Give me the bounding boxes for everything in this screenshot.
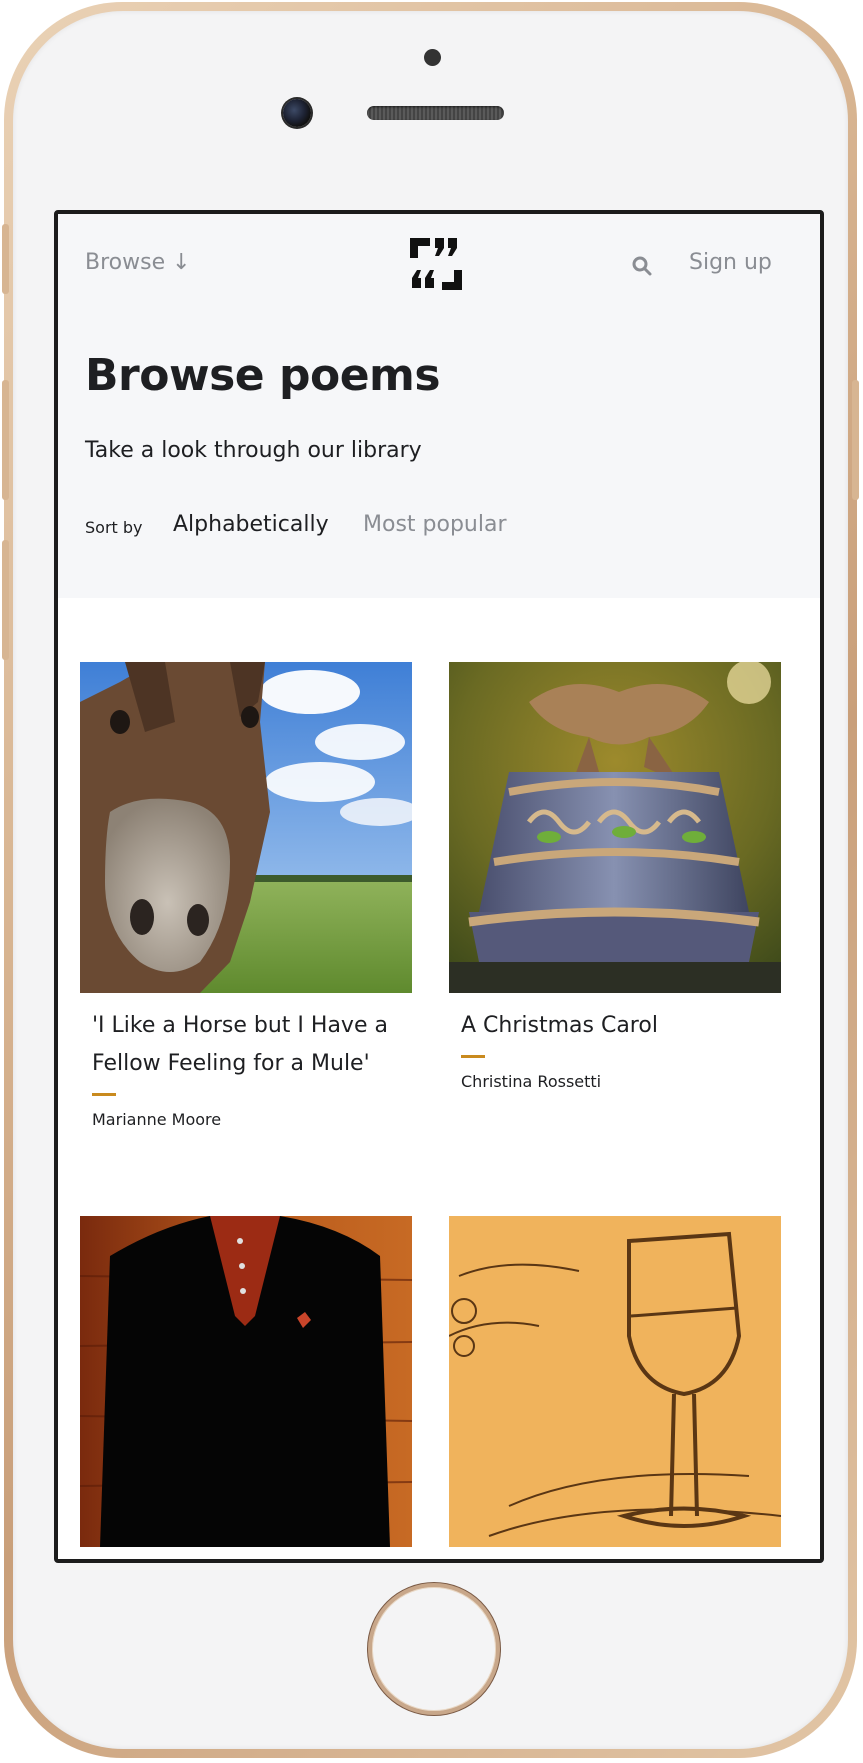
poem-card[interactable] bbox=[80, 1216, 412, 1547]
phone-frame: Browse ↓ Sign up Browse poems Take a loo… bbox=[2, 2, 859, 1758]
sort-alphabetically-tab[interactable]: Alphabetically bbox=[173, 512, 329, 537]
poem-card[interactable]: 'I Like a Horse but I Have a Fellow Feel… bbox=[80, 662, 412, 1129]
volume-up-button bbox=[2, 380, 9, 500]
logo-icon[interactable] bbox=[408, 236, 464, 292]
poem-card[interactable]: A Christmas Carol Christina Rossetti bbox=[449, 662, 781, 1091]
page-subtitle: Take a look through our library bbox=[85, 438, 422, 463]
screen: Browse ↓ Sign up Browse poems Take a loo… bbox=[54, 210, 824, 1563]
mute-switch bbox=[2, 224, 9, 294]
earpiece-speaker bbox=[367, 106, 504, 120]
home-button[interactable] bbox=[368, 1583, 500, 1715]
proximity-sensor bbox=[424, 49, 441, 66]
browse-header: Browse ↓ Sign up Browse poems Take a loo… bbox=[58, 214, 820, 598]
search-icon[interactable] bbox=[631, 255, 653, 277]
page-title: Browse poems bbox=[85, 350, 441, 401]
accent-divider bbox=[92, 1093, 116, 1096]
poem-author[interactable]: Marianne Moore bbox=[92, 1110, 400, 1129]
poem-image-donkey[interactable] bbox=[80, 662, 412, 993]
poem-card[interactable] bbox=[449, 1216, 781, 1547]
poem-author[interactable]: Christina Rossetti bbox=[461, 1072, 769, 1091]
volume-down-button bbox=[2, 540, 9, 660]
front-camera bbox=[283, 99, 311, 127]
poem-title[interactable]: A Christmas Carol bbox=[461, 1007, 769, 1045]
browse-menu-button[interactable]: Browse ↓ bbox=[85, 250, 191, 275]
poem-image-bell[interactable] bbox=[449, 662, 781, 993]
power-button bbox=[852, 380, 859, 500]
poem-image-wine-glass[interactable] bbox=[449, 1216, 781, 1547]
accent-divider bbox=[461, 1055, 485, 1058]
sign-up-link[interactable]: Sign up bbox=[689, 250, 772, 275]
poem-image-man[interactable] bbox=[80, 1216, 412, 1547]
poem-title[interactable]: 'I Like a Horse but I Have a Fellow Feel… bbox=[92, 1007, 400, 1083]
sort-label: Sort by bbox=[85, 518, 143, 537]
sort-most-popular-tab[interactable]: Most popular bbox=[363, 512, 507, 537]
